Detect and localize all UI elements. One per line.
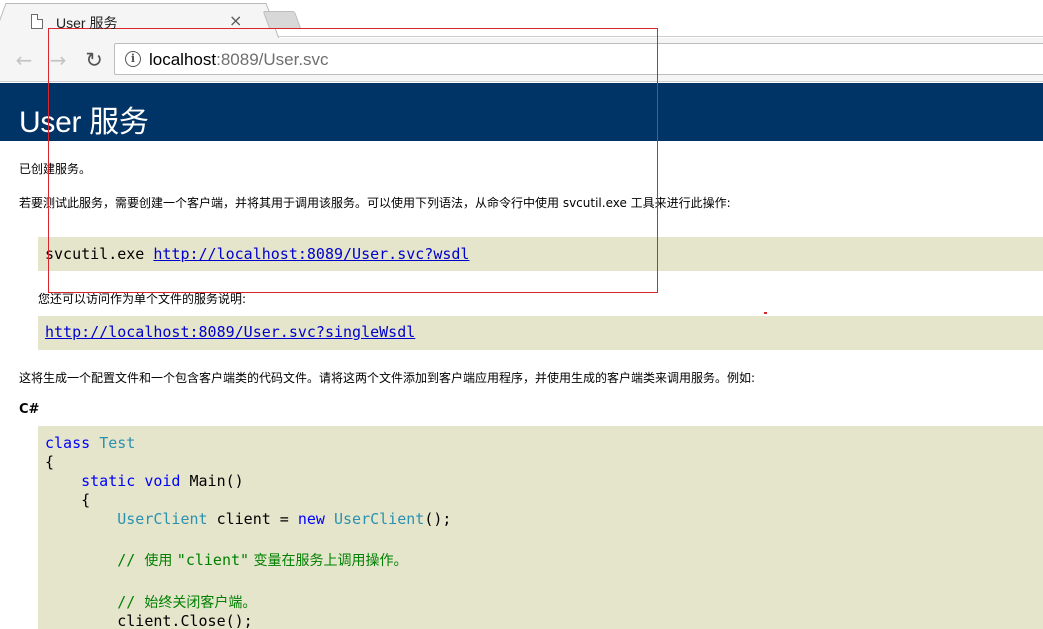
code-line: client.Close();: [45, 612, 253, 629]
browser-toolbar: ← → ↻ i localhost:8089/User.svc: [0, 38, 1043, 82]
test-instructions-text: 若要测试此服务，需要创建一个客户端，并将其用于调用该服务。可以使用下列语法，从命…: [19, 196, 731, 210]
code-type: Test: [99, 434, 136, 452]
comment-prefix: //: [117, 551, 145, 569]
single-file-text: 您还可以访问作为单个文件的服务说明:: [38, 292, 247, 306]
code-line: static void Main(): [45, 472, 244, 490]
close-tab-icon[interactable]: ×: [229, 11, 242, 30]
code-comment-line: // 使用 "client" 变量在服务上调用操作。: [45, 550, 408, 570]
code-line: {: [45, 453, 55, 471]
code-line: UserClient client = new UserClient();: [45, 510, 451, 528]
single-wsdl-code-block: http://localhost:8089/User.svc?singleWsd…: [38, 316, 1043, 350]
code-keyword: static void: [81, 472, 181, 490]
forward-arrow-icon[interactable]: →: [46, 48, 70, 72]
url-host: localhost: [149, 50, 217, 69]
address-bar[interactable]: i localhost:8089/User.svc: [114, 43, 1043, 75]
code-type: UserClient: [117, 510, 208, 528]
single-wsdl-line: http://localhost:8089/User.svc?singleWsd…: [45, 323, 415, 341]
annotation-mark: [764, 312, 767, 314]
svcutil-command: svcutil.exe http://localhost:8089/User.s…: [45, 245, 469, 263]
address-url[interactable]: localhost:8089/User.svc: [149, 50, 329, 70]
svcutil-exe-text: svcutil.exe: [45, 245, 154, 263]
comment-text: 使用: [144, 553, 177, 569]
comment-string: "client": [176, 551, 250, 569]
language-label: C#: [19, 402, 40, 417]
csharp-code-block: class Test { static void Main() { UserCl…: [38, 426, 1043, 629]
single-wsdl-link[interactable]: http://localhost:8089/User.svc?singleWsd…: [45, 323, 415, 341]
new-tab-button[interactable]: [262, 11, 302, 29]
tab-strip: User 服务 ×: [0, 0, 1043, 38]
code-comment-line: // 始终关闭客户端。: [45, 592, 256, 612]
code-text: client =: [207, 510, 298, 528]
code-text: ();: [424, 510, 452, 528]
browser-tab-active[interactable]: User 服务 ×: [8, 3, 264, 38]
generate-files-text: 这将生成一个配置文件和一个包含客户端类的代码文件。请将这两个文件添加到客户端应用…: [19, 371, 756, 385]
code-text: client.Close();: [117, 612, 253, 629]
tab-content: User 服务 ×: [9, 4, 265, 39]
info-icon[interactable]: i: [125, 51, 141, 67]
page-header: User 服务: [0, 83, 1043, 141]
comment-text: 变量在服务上调用操作。: [249, 553, 408, 569]
wsdl-link[interactable]: http://localhost:8089/User.svc?wsdl: [153, 245, 469, 263]
url-path: :8089/User.svc: [216, 50, 329, 69]
service-created-text: 已创建服务。: [19, 162, 92, 176]
page-title: User 服务: [19, 106, 149, 139]
code-keyword: class: [45, 434, 91, 452]
comment-text: 始终关闭客户端。: [144, 595, 257, 611]
tab-title: User 服务: [56, 15, 118, 31]
code-type: UserClient: [334, 510, 425, 528]
code-line: {: [45, 491, 90, 509]
code-text: Main(): [180, 472, 244, 490]
code-keyword: new: [297, 510, 325, 528]
back-arrow-icon[interactable]: ←: [12, 48, 36, 72]
reload-icon[interactable]: ↻: [82, 48, 106, 72]
comment-prefix: //: [117, 593, 145, 611]
code-line: class Test: [45, 434, 135, 452]
page-icon: [31, 14, 43, 29]
code-text: {: [81, 491, 91, 509]
svcutil-code-block: svcutil.exe http://localhost:8089/User.s…: [38, 237, 1043, 271]
